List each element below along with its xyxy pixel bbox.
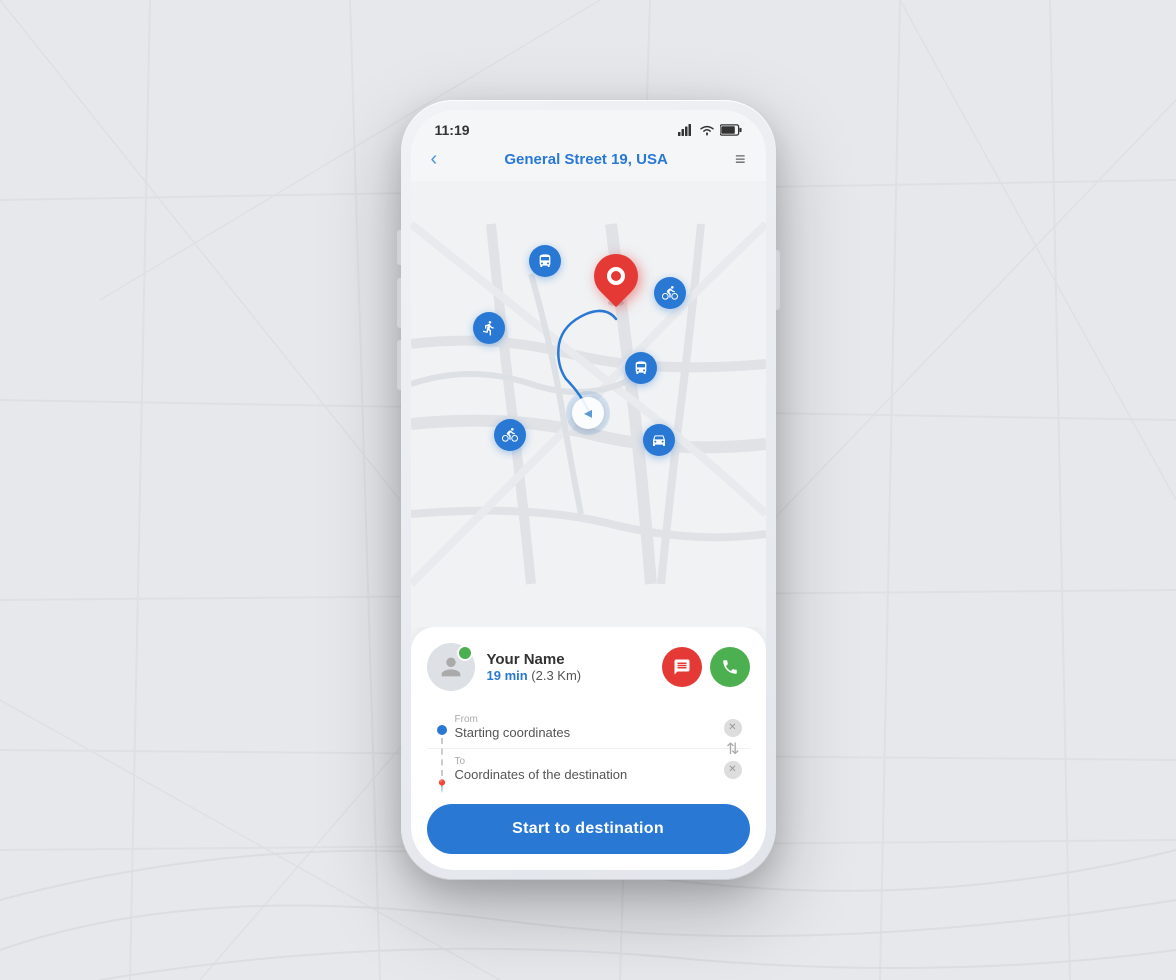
signal-icon <box>678 124 694 136</box>
power-button <box>776 250 780 310</box>
driver-name: Your Name <box>487 651 650 668</box>
driver-info: Your Name 19 min (2.3 Km) <box>487 651 650 683</box>
swap-button[interactable]: ⇅ <box>726 739 739 759</box>
from-clear-button[interactable]: ✕ <box>724 719 742 737</box>
from-value: Starting coordinates <box>455 725 716 740</box>
back-button[interactable]: ‹ <box>431 148 438 171</box>
volume-up-button <box>397 278 401 328</box>
phone-screen: 11:19 <box>411 110 766 870</box>
map-icon-bike-1[interactable] <box>654 277 686 309</box>
map-icon-bus-1[interactable] <box>529 245 561 277</box>
volume-down-button <box>397 340 401 390</box>
status-time: 11:19 <box>435 122 470 138</box>
to-pin-icon: 📍 <box>435 779 450 793</box>
current-location-marker: ◂ <box>566 391 610 435</box>
map-area[interactable]: ◂ <box>411 181 766 627</box>
message-button[interactable] <box>662 647 702 687</box>
from-label: From <box>455 715 716 725</box>
silent-button <box>397 230 401 265</box>
menu-button[interactable]: ≡ <box>735 149 746 170</box>
driver-avatar <box>427 643 475 691</box>
status-icons <box>678 124 742 136</box>
driver-eta: 19 min (2.3 Km) <box>487 668 650 683</box>
action-buttons <box>662 647 750 687</box>
header-title: General Street 19, USA <box>437 151 735 168</box>
header-bar: ‹ General Street 19, USA ≡ <box>411 142 766 181</box>
from-dot <box>437 725 447 735</box>
destination-pin <box>594 254 638 306</box>
to-input-row[interactable]: To Coordinates of the destination ✕ <box>427 749 750 790</box>
route-inputs: 📍 From Starting coordinates ✕ To Coordin… <box>427 707 750 790</box>
wifi-icon <box>699 124 715 136</box>
status-bar: 11:19 <box>411 110 766 142</box>
battery-icon <box>720 124 742 136</box>
to-label: To <box>455 757 716 767</box>
map-icon-walk[interactable] <box>473 312 505 344</box>
route-dots: 📍 <box>435 725 450 793</box>
driver-row: Your Name 19 min (2.3 Km) <box>427 643 750 691</box>
navigation-arrow-icon: ◂ <box>584 403 592 423</box>
to-value: Coordinates of the destination <box>455 767 716 782</box>
call-button[interactable] <box>710 647 750 687</box>
route-line <box>441 738 443 776</box>
to-clear-button[interactable]: ✕ <box>724 761 742 779</box>
eta-value: 19 min <box>487 668 528 683</box>
bottom-panel: Your Name 19 min (2.3 Km) 📍 <box>411 627 766 870</box>
map-icon-bus-2[interactable] <box>625 352 657 384</box>
start-button[interactable]: Start to destination <box>427 804 750 854</box>
map-icon-car[interactable] <box>643 424 675 456</box>
phone-mockup: 11:19 <box>401 100 776 880</box>
from-input-row[interactable]: From Starting coordinates ✕ <box>427 707 750 749</box>
map-icon-bike-2[interactable] <box>494 419 526 451</box>
